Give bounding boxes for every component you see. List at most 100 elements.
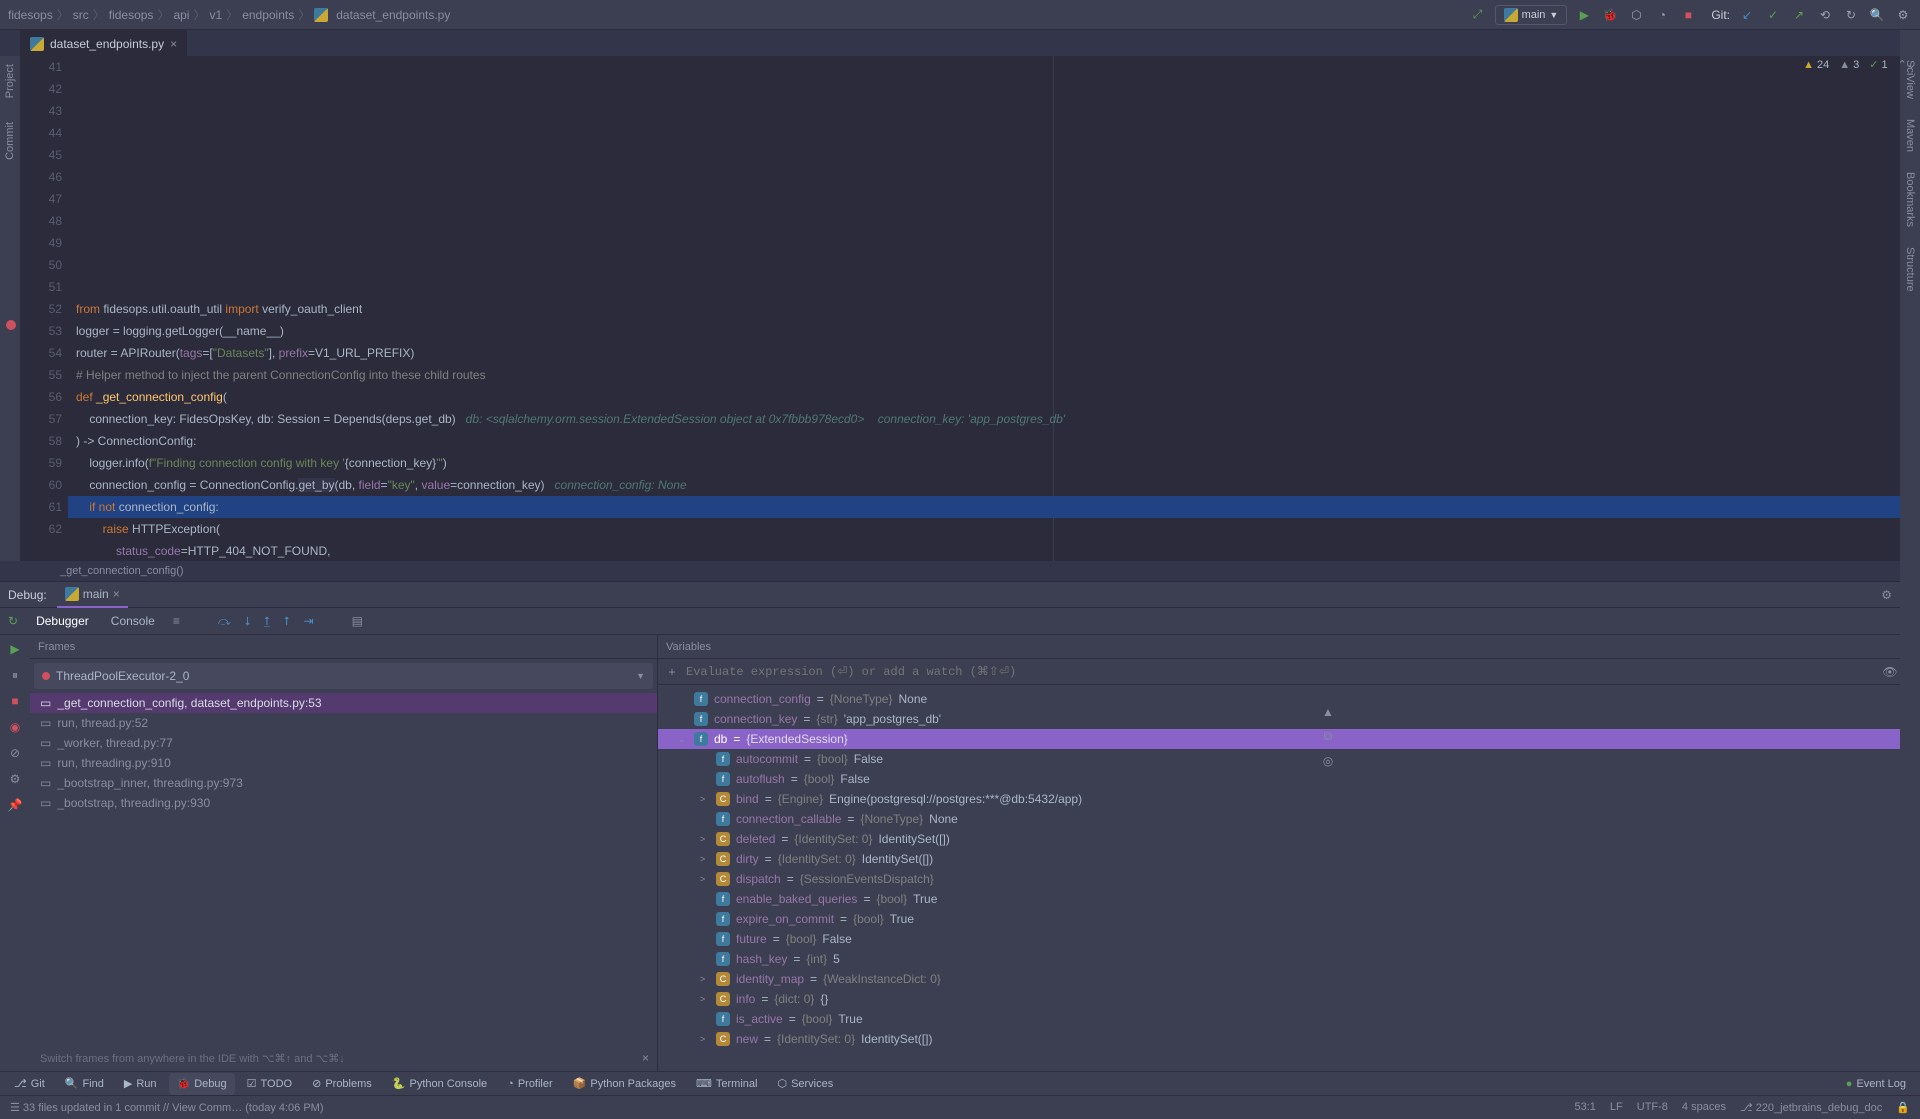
- step-into-my-icon[interactable]: ⭡̲: [264, 614, 270, 629]
- close-icon[interactable]: ×: [170, 37, 177, 51]
- git-rollback-icon[interactable]: ↻: [1842, 6, 1860, 24]
- breadcrumb-item[interactable]: fidesops: [8, 8, 53, 22]
- variable-row[interactable]: fautoflush = {bool} False: [658, 769, 1920, 789]
- step-over-icon[interactable]: ⤼: [218, 614, 231, 629]
- variable-row[interactable]: fexpire_on_commit = {bool} True: [658, 909, 1920, 929]
- run-config-select[interactable]: main ▼: [1495, 5, 1568, 25]
- stack-frame[interactable]: ▭_get_connection_config, dataset_endpoin…: [30, 693, 657, 713]
- settings-icon[interactable]: ⚙: [7, 771, 23, 787]
- code-line[interactable]: connection_key: FidesOpsKey, db: Session…: [68, 408, 1920, 430]
- inspect-icon[interactable]: ◎: [1316, 754, 1340, 768]
- encoding[interactable]: UTF-8: [1637, 1101, 1668, 1114]
- navigate-up-icon[interactable]: ▲: [1316, 705, 1340, 719]
- evaluate-input[interactable]: [680, 665, 1880, 679]
- tool-window-button[interactable]: 🐍Python Console: [384, 1073, 495, 1095]
- variable-row[interactable]: fconnection_callable = {NoneType} None: [658, 809, 1920, 829]
- tool-window-button[interactable]: Project: [2, 60, 18, 102]
- expand-icon[interactable]: ⌄: [678, 734, 688, 745]
- variable-row[interactable]: fautocommit = {bool} False: [658, 749, 1920, 769]
- console-tab[interactable]: Console: [107, 614, 159, 628]
- gear-icon[interactable]: ⚙: [1881, 588, 1892, 602]
- variable-row[interactable]: fconnection_key = {str} 'app_postgres_db…: [658, 709, 1920, 729]
- variable-row[interactable]: >Cbind = {Engine} Engine(postgresql://po…: [658, 789, 1920, 809]
- evaluate-icon[interactable]: ▤: [352, 614, 363, 628]
- tool-window-button[interactable]: Bookmarks: [1904, 172, 1916, 227]
- tool-window-button[interactable]: 🐞Debug: [169, 1073, 235, 1095]
- mute-breakpoints-icon[interactable]: ⊘: [7, 745, 23, 761]
- search-icon[interactable]: 🔍: [1868, 6, 1886, 24]
- variable-row[interactable]: fenable_baked_queries = {bool} True: [658, 889, 1920, 909]
- code-line[interactable]: logger = logging.getLogger(__name__): [68, 320, 1920, 342]
- tool-window-button[interactable]: ⬡Services: [769, 1073, 841, 1095]
- breadcrumb-item[interactable]: dataset_endpoints.py: [336, 8, 450, 22]
- stack-frame[interactable]: ▭run, thread.py:52: [30, 713, 657, 733]
- rerun-icon[interactable]: ↻: [8, 614, 18, 628]
- tool-window-button[interactable]: ◔Profiler: [499, 1073, 561, 1095]
- breadcrumb-item[interactable]: endpoints: [242, 8, 294, 22]
- tool-window-button[interactable]: ☑TODO: [239, 1073, 300, 1095]
- tool-window-button[interactable]: Maven: [1904, 119, 1916, 152]
- line-ending[interactable]: LF: [1610, 1101, 1623, 1114]
- caret-position[interactable]: 53:1: [1574, 1101, 1595, 1114]
- stop-icon[interactable]: ■: [1679, 6, 1697, 24]
- tool-window-button[interactable]: Structure: [1904, 247, 1916, 292]
- breakpoint-icon[interactable]: [6, 320, 16, 330]
- variable-row[interactable]: >Cnew = {IdentitySet: 0} IdentitySet([]): [658, 1029, 1920, 1049]
- event-log-button[interactable]: ●Event Log: [1838, 1073, 1914, 1095]
- tool-window-button[interactable]: ⌨Terminal: [688, 1073, 765, 1095]
- variable-row[interactable]: >Cidentity_map = {WeakInstanceDict: 0}: [658, 969, 1920, 989]
- stop-icon[interactable]: ■: [7, 693, 23, 709]
- inspection-widget[interactable]: ▲24 ▲3 ✓1 ⌃⌄: [1803, 58, 1916, 71]
- add-watch-icon[interactable]: +: [664, 665, 680, 679]
- variable-row[interactable]: >Cdispatch = {SessionEventsDispatch}: [658, 869, 1920, 889]
- thread-selector[interactable]: ThreadPoolExecutor-2_0 ▼: [34, 663, 653, 689]
- code-line[interactable]: connection_config = ConnectionConfig.get…: [68, 474, 1920, 496]
- variable-row[interactable]: >Cdirty = {IdentitySet: 0} IdentitySet([…: [658, 849, 1920, 869]
- code-editor[interactable]: ▲24 ▲3 ✓1 ⌃⌄ 414243444546474849505152535…: [20, 56, 1920, 561]
- stack-frame[interactable]: ▭run, threading.py:910: [30, 753, 657, 773]
- close-icon[interactable]: ×: [113, 587, 120, 601]
- debugger-tab[interactable]: Debugger: [32, 614, 93, 628]
- git-history-icon[interactable]: ⟲: [1816, 6, 1834, 24]
- tool-window-button[interactable]: ⊘Problems: [304, 1073, 380, 1095]
- code-breadcrumb[interactable]: _get_connection_config(): [0, 561, 1920, 581]
- close-icon[interactable]: ×: [642, 1051, 649, 1065]
- editor-tab[interactable]: dataset_endpoints.py ×: [20, 30, 187, 56]
- code-line[interactable]: if not connection_config:: [68, 496, 1920, 518]
- chevron-up-down-icon[interactable]: ⌃⌄: [1898, 58, 1916, 71]
- breadcrumb-item[interactable]: src: [73, 8, 89, 22]
- code-line[interactable]: from fidesops.util.oauth_util import ver…: [68, 298, 1920, 320]
- code-line[interactable]: logger.info(f"Finding connection config …: [68, 452, 1920, 474]
- git-update-icon[interactable]: ↙: [1738, 6, 1756, 24]
- code-line[interactable]: def _get_connection_config(: [68, 386, 1920, 408]
- variable-row[interactable]: ffuture = {bool} False: [658, 929, 1920, 949]
- stack-frame[interactable]: ▭_bootstrap, threading.py:930: [30, 793, 657, 813]
- profile-icon[interactable]: ◔: [1653, 6, 1671, 24]
- variable-row[interactable]: fis_active = {bool} True: [658, 1009, 1920, 1029]
- breadcrumb-item[interactable]: v1: [209, 8, 222, 22]
- expand-icon[interactable]: >: [700, 994, 710, 1004]
- copy-icon[interactable]: ⧉: [1316, 729, 1340, 744]
- lock-icon[interactable]: 🔒: [1896, 1101, 1910, 1114]
- code-line[interactable]: status_code=HTTP_404_NOT_FOUND,: [68, 540, 1920, 561]
- debug-icon[interactable]: 🐞: [1601, 6, 1619, 24]
- watch-options-icon[interactable]: 👁: [1880, 665, 1900, 679]
- code-line[interactable]: # Helper method to inject the parent Con…: [68, 364, 1920, 386]
- debug-session-tab[interactable]: main ×: [57, 582, 128, 608]
- indent[interactable]: 4 spaces: [1682, 1101, 1726, 1114]
- code-line[interactable]: ) -> ConnectionConfig:: [68, 430, 1920, 452]
- expand-icon[interactable]: >: [700, 1034, 710, 1044]
- coverage-icon[interactable]: ⬡: [1627, 6, 1645, 24]
- breadcrumb-item[interactable]: fidesops: [109, 8, 154, 22]
- git-branch[interactable]: ⎇ 220_jetbrains_debug_doc: [1740, 1101, 1882, 1114]
- run-icon[interactable]: ▶: [1575, 6, 1593, 24]
- variable-row[interactable]: fconnection_config = {NoneType} None: [658, 689, 1920, 709]
- git-commit-icon[interactable]: ✓: [1764, 6, 1782, 24]
- tool-window-button[interactable]: ▶Run: [116, 1073, 165, 1095]
- code-area[interactable]: from fidesops.util.oauth_util import ver…: [68, 56, 1920, 561]
- step-into-icon[interactable]: ⭣: [245, 614, 251, 629]
- expand-icon[interactable]: >: [700, 974, 710, 984]
- code-line[interactable]: raise HTTPException(: [68, 518, 1920, 540]
- variable-row[interactable]: ⌄fdb = {ExtendedSession}: [658, 729, 1920, 749]
- expand-icon[interactable]: >: [700, 854, 710, 864]
